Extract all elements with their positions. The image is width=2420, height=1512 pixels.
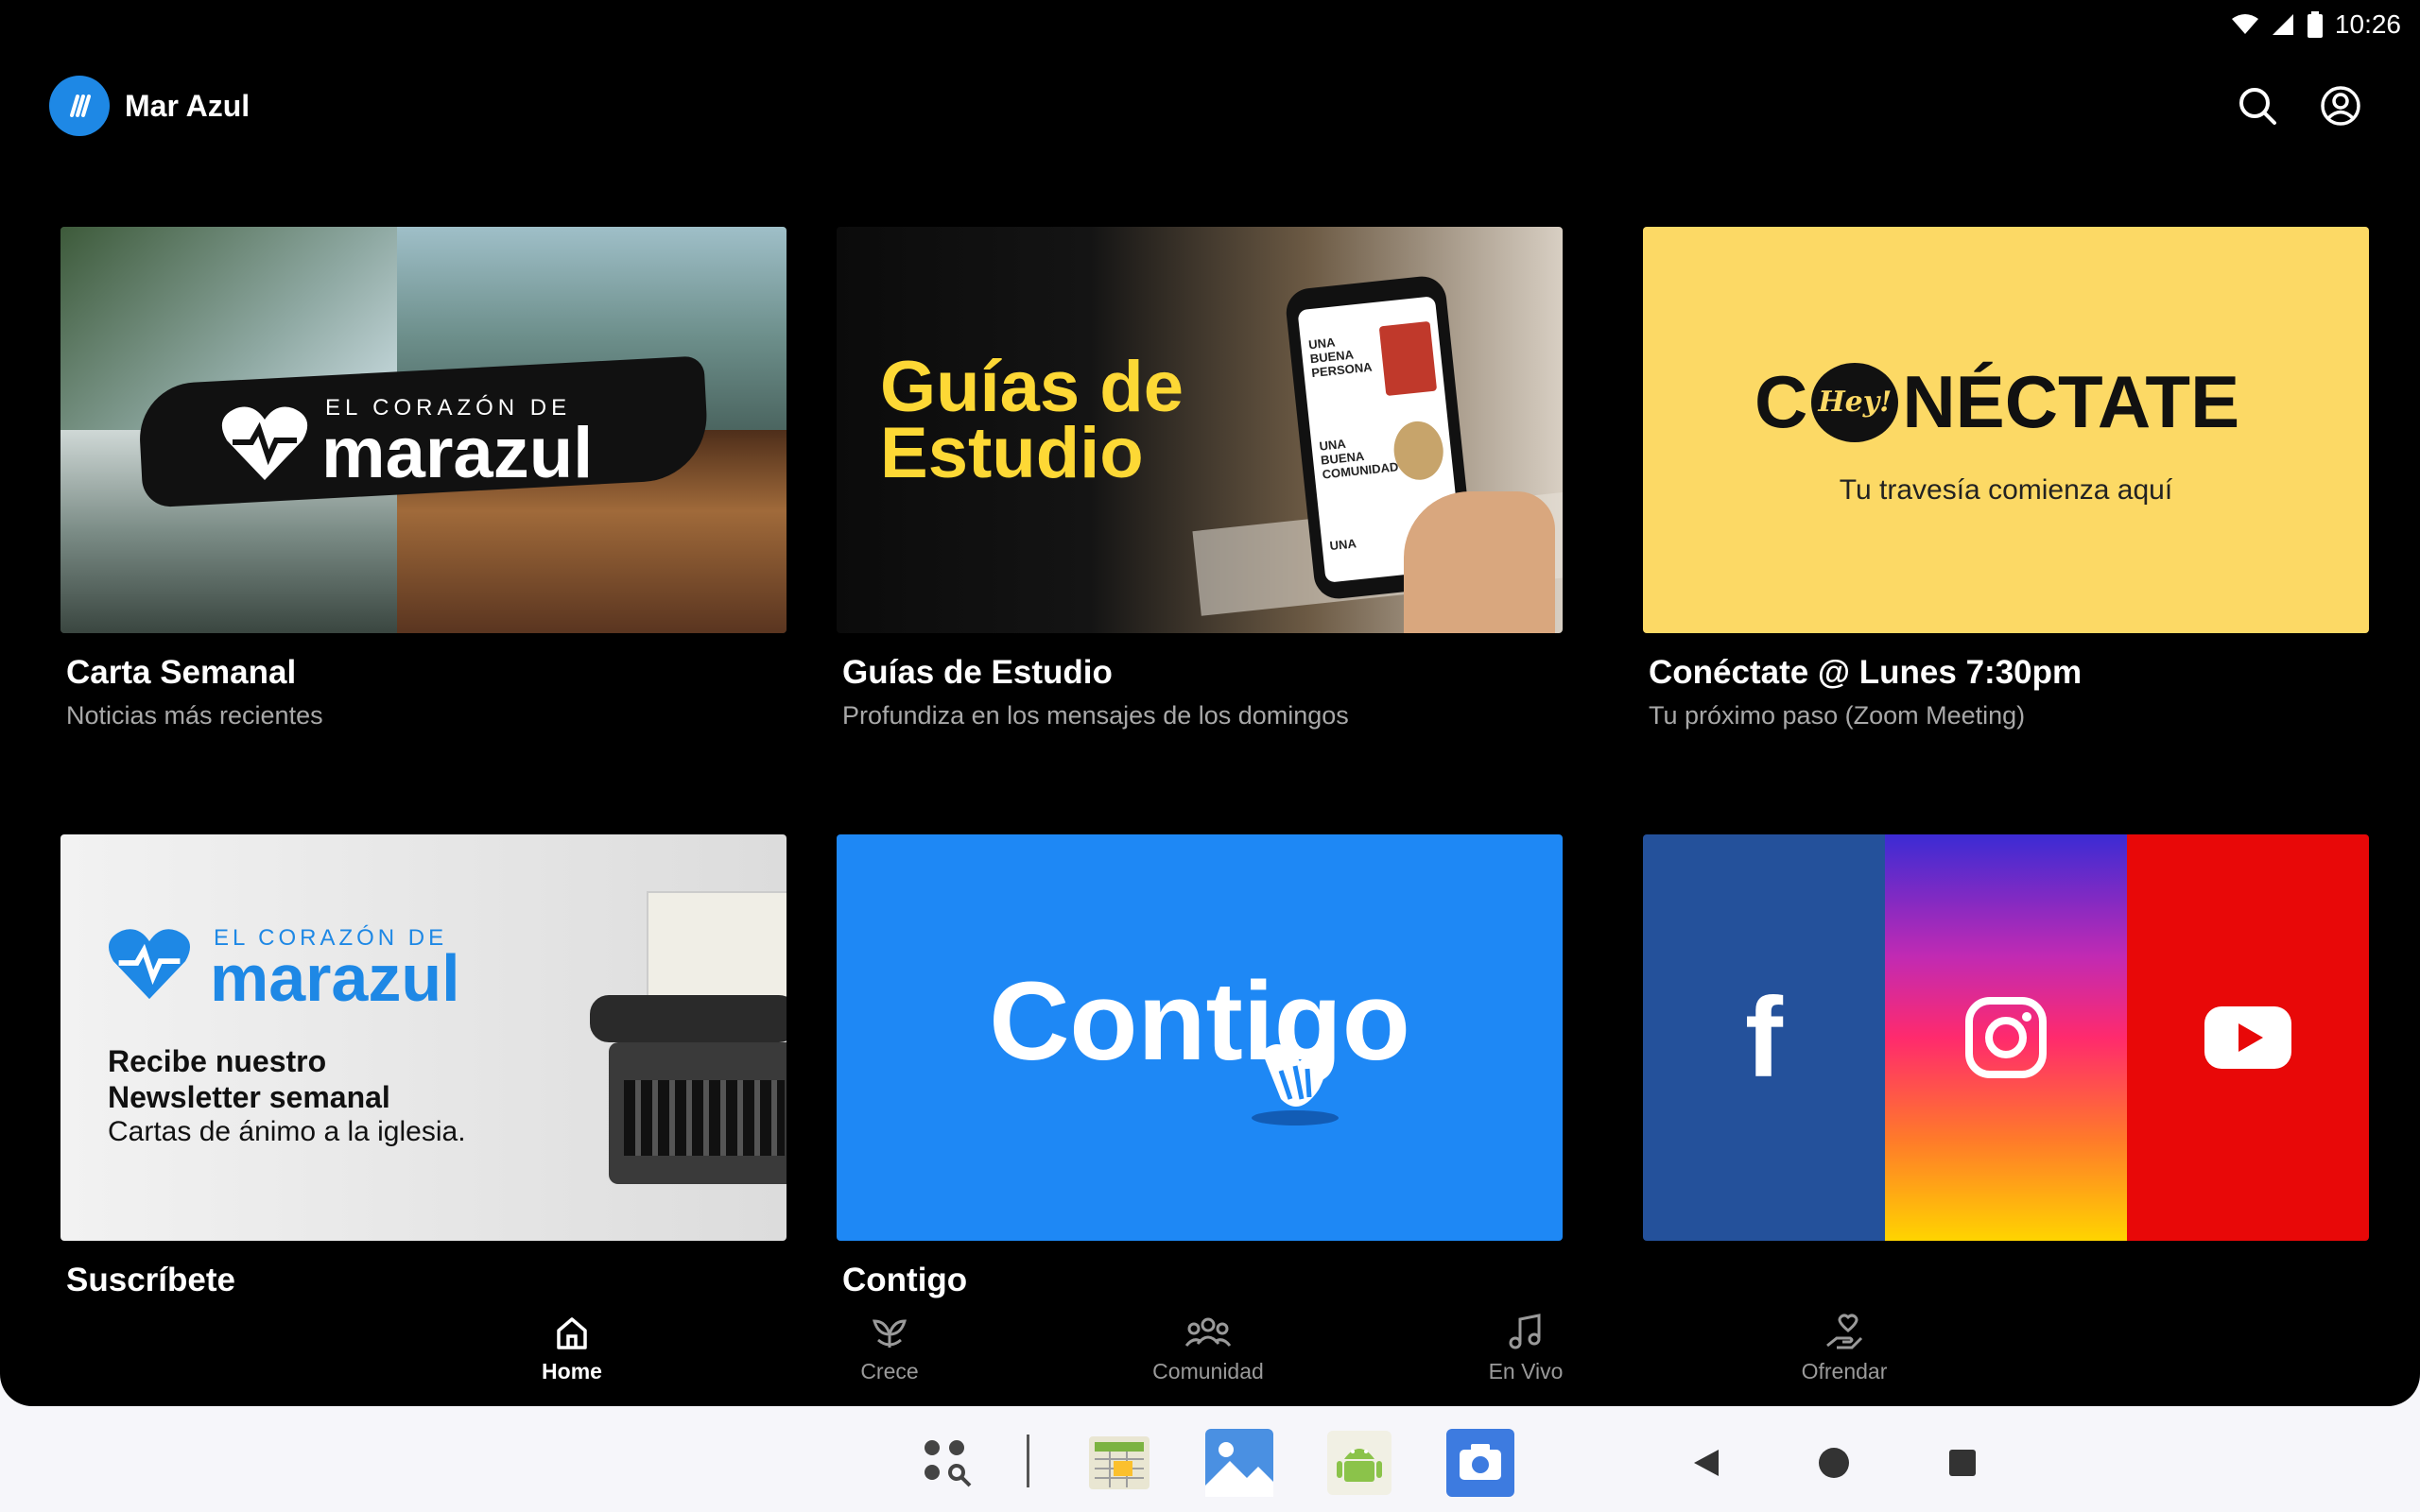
card-suscribete[interactable]: EL CORAZÓN DE marazul Recibe nuestro New… (60, 834, 786, 1299)
app-drawer-button[interactable] (913, 1429, 981, 1497)
android-app-icon (1327, 1431, 1392, 1495)
status-bar: 10:26 (2231, 8, 2401, 42)
card-title: Suscríbete (66, 1262, 235, 1298)
card-guias-de-estudio[interactable]: Guías de Estudio UNA BUENA PERSONA UNA B… (837, 227, 1563, 730)
card-subtitle: Profundiza en los mensajes de los doming… (842, 701, 1349, 730)
mar-azul-logo-icon (70, 94, 91, 117)
card-carta-semanal[interactable]: EL CORAZÓN DE marazul Carta Semanal Noti… (60, 227, 786, 730)
nav-comunidad[interactable]: Comunidad (1114, 1314, 1303, 1384)
home-icon (557, 1317, 587, 1349)
give-hand-icon (1826, 1314, 1863, 1349)
facebook-panel: f (1643, 834, 1885, 1241)
phone-text-3: UNA (1328, 536, 1357, 554)
card-conectate[interactable]: C Hey! NÉCTATE Tu travesía comienza aquí… (1643, 227, 2369, 730)
system-taskbar (0, 1406, 2420, 1512)
account-button[interactable] (2316, 81, 2365, 130)
nav-label: Comunidad (1152, 1359, 1264, 1383)
taskbar-app-camera[interactable] (1446, 1429, 1514, 1497)
heart-pulse-icon (221, 406, 308, 480)
card-image-carta-semanal: EL CORAZÓN DE marazul (60, 227, 786, 633)
gallery-app-icon (1205, 1429, 1273, 1497)
nav-label: Home (542, 1359, 602, 1383)
card-title: Contigo (842, 1262, 968, 1298)
battery-icon (2307, 11, 2323, 38)
apps-search-icon (925, 1440, 972, 1487)
facebook-icon: f (1745, 974, 1783, 1101)
search-button[interactable] (2233, 81, 2282, 130)
card-contigo[interactable]: Contigo Contigo (837, 834, 1563, 1299)
taskbar-divider (1027, 1435, 1029, 1487)
app-window: 10:26 Mar Azul EL CORAZÓN DE marazul Car… (0, 0, 2420, 1406)
card-subtitle: Tu próximo paso (Zoom Meeting) (1649, 701, 2026, 730)
nav-back-button[interactable] (1673, 1429, 1741, 1497)
contigo-wordmark: Contigo (989, 959, 1410, 1084)
nav-ofrendar[interactable]: Ofrendar (1750, 1314, 1939, 1384)
account-circle-icon (2321, 86, 2360, 126)
youtube-panel (2127, 834, 2369, 1241)
spreadsheet-app-icon (1089, 1436, 1150, 1489)
banner-pre: C (1754, 360, 1808, 443)
phone-text-2: UNA BUENA COMUNIDAD (1318, 436, 1399, 482)
promo-line2: Newsletter semanal (108, 1080, 390, 1114)
nav-home-button[interactable] (1800, 1429, 1868, 1497)
card-image-suscribete: EL CORAZÓN DE marazul Recibe nuestro New… (60, 834, 786, 1241)
nav-recents-button[interactable] (1928, 1429, 1996, 1497)
banner-tagline: Tu travesía comienza aquí (1839, 474, 2173, 506)
card-image-social: f (1643, 834, 2369, 1241)
sprout-icon (873, 1319, 907, 1348)
app-title: Mar Azul (125, 89, 251, 123)
card-image-contigo: Contigo (837, 834, 1563, 1241)
search-icon (2239, 88, 2276, 125)
youtube-icon (2204, 1006, 2291, 1069)
back-triangle-icon (1694, 1450, 1719, 1476)
card-image-conectate: C Hey! NÉCTATE Tu travesía comienza aquí (1643, 227, 2369, 633)
card-image-guias: Guías de Estudio UNA BUENA PERSONA UNA B… (837, 227, 1563, 633)
typewriter-image (590, 891, 786, 1194)
nav-en-vivo[interactable]: En Vivo (1431, 1314, 1620, 1384)
top-app-bar: Mar Azul (0, 66, 2420, 146)
nav-crece[interactable]: Crece (795, 1314, 984, 1384)
wifi-icon (2231, 14, 2258, 34)
phone-text-1: UNA BUENA PERSONA (1307, 335, 1374, 381)
nav-home[interactable]: Home (477, 1314, 666, 1384)
app-logo (49, 76, 110, 136)
banner-line2: marazul (321, 413, 594, 493)
clock: 10:26 (2334, 9, 2401, 39)
instagram-icon (1965, 997, 2047, 1078)
recents-square-icon (1949, 1450, 1976, 1476)
music-note-icon (1509, 1314, 1541, 1349)
cell-signal-icon (2272, 14, 2293, 35)
bottom-navigation: Home Crece Comunidad En Vivo Ofrendar (0, 1314, 2420, 1406)
card-title: Carta Semanal (66, 654, 297, 691)
promo-line1: Recibe nuestro (108, 1044, 327, 1078)
card-title: Guías de Estudio (842, 654, 1113, 691)
camera-app-icon (1446, 1429, 1514, 1497)
home-circle-icon (1819, 1448, 1849, 1478)
banner-post: NÉCTATE (1902, 360, 2240, 443)
heart-pulse-icon (108, 929, 191, 1000)
taskbar-app-sheets[interactable] (1085, 1429, 1153, 1497)
group-icon (1184, 1317, 1232, 1347)
taskbar-app-gallery[interactable] (1205, 1429, 1273, 1497)
hands-icon (1252, 1042, 1339, 1125)
card-subtitle: Noticias más recientes (66, 701, 323, 730)
banner-line2: marazul (210, 941, 460, 1015)
nav-label: En Vivo (1488, 1359, 1564, 1383)
card-title: Conéctate @ Lunes 7:30pm (1649, 654, 2083, 691)
nav-label: Crece (860, 1359, 919, 1383)
card-social-media[interactable]: f (1643, 834, 2369, 1241)
banner-line2: Estudio (880, 413, 1144, 493)
promo-line3: Cartas de ánimo a la iglesia. (108, 1116, 466, 1147)
hey-bubble: Hey! (1811, 362, 1899, 442)
instagram-panel (1885, 834, 2127, 1241)
nav-label: Ofrendar (1801, 1359, 1888, 1383)
taskbar-app-android[interactable] (1325, 1429, 1393, 1497)
